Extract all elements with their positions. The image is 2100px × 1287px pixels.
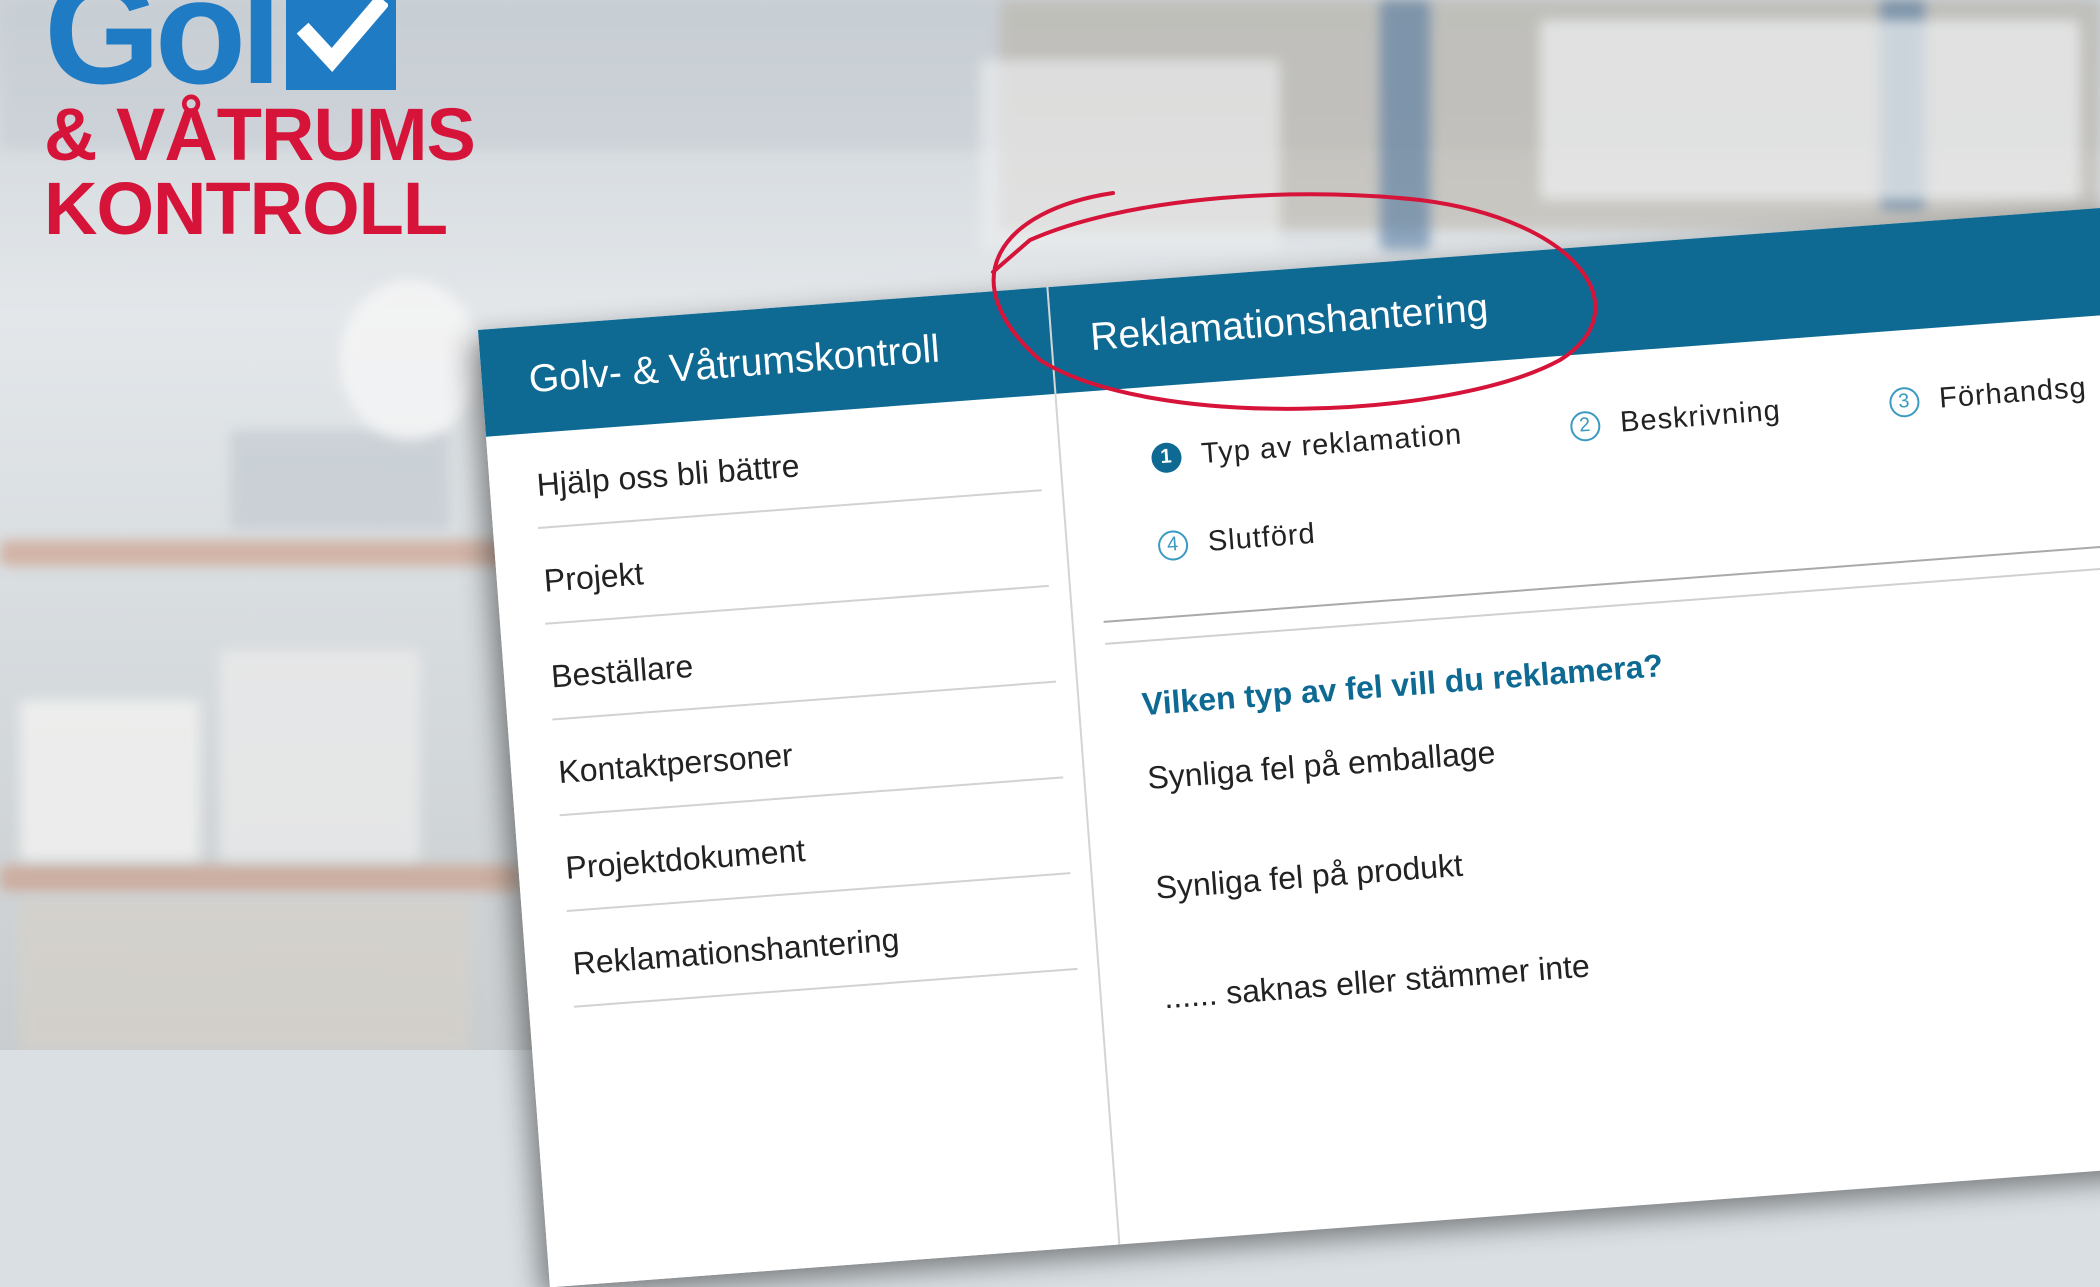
step-1[interactable]: 1 Typ av reklamation <box>1150 419 1463 475</box>
app-window: Golv- & Våtrumskontroll Hjälp oss bli bä… <box>478 195 2100 1287</box>
sidebar-nav: Hjälp oss bli bättre Projekt Beställare … <box>486 394 1098 1011</box>
step-label: Beskrivning <box>1618 394 1782 439</box>
step-number-badge: 2 <box>1569 409 1602 442</box>
logo-line-2: KONTROLL <box>44 167 448 250</box>
step-number-badge: 3 <box>1888 385 1921 418</box>
step-4[interactable]: 4 Slutförd <box>1156 517 1317 563</box>
step-label: Typ av reklamation <box>1200 418 1464 471</box>
logo-line-1: & VÅTRUMS <box>44 93 476 176</box>
step-2[interactable]: 2 Beskrivning <box>1569 395 1782 444</box>
step-number-badge: 4 <box>1156 528 1190 562</box>
logo-wordmark: Gol <box>44 0 282 115</box>
step-label: Slutförd <box>1206 517 1317 558</box>
brand-logo: Gol & VÅTRUMS KONTROLL <box>44 0 476 250</box>
sidebar: Golv- & Våtrumskontroll Hjälp oss bli bä… <box>478 287 1121 1287</box>
main-panel: Reklamationshantering 1 Typ av reklamati… <box>1048 195 2100 1244</box>
step-label: Förhandsg <box>1938 371 2088 415</box>
step-number-badge: 1 <box>1150 441 1183 474</box>
checkmark-icon <box>285 0 396 90</box>
step-3[interactable]: 3 Förhandsg <box>1888 372 2088 420</box>
